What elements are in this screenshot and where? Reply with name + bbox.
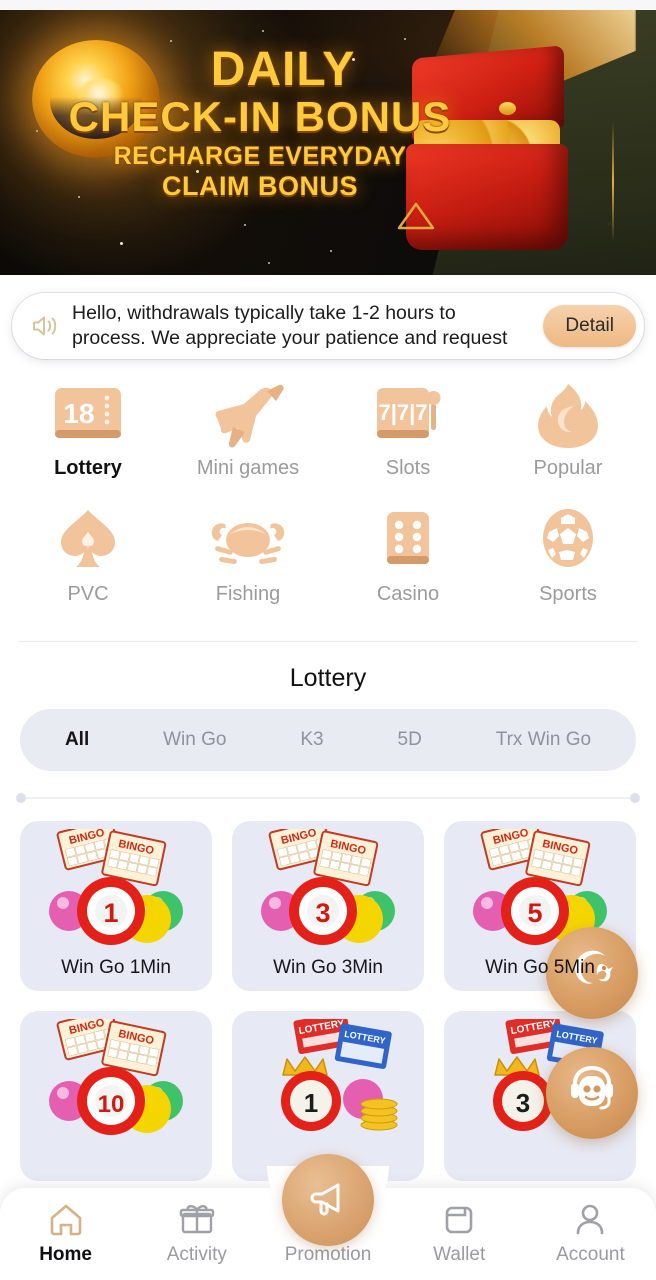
category-label: PVC [67, 583, 109, 605]
tab-all[interactable]: All [28, 729, 126, 751]
flame-icon [525, 377, 611, 451]
category-popular[interactable]: Popular [488, 377, 648, 497]
crab-icon [201, 503, 295, 577]
category-grid: 18 Lottery Mini games 7|7|7 Slots Popula… [0, 359, 656, 633]
nav-item-wallet[interactable]: Wallet [394, 1200, 525, 1266]
ball-number: 1 [103, 898, 118, 928]
headset-icon [561, 1060, 623, 1127]
category-mini-games[interactable]: Mini games [168, 377, 328, 497]
spade-icon [45, 503, 131, 577]
ball-number: 3 [516, 1088, 530, 1118]
triangle-deco-icon [396, 200, 435, 230]
nav-label: Account [556, 1244, 625, 1265]
nav-label: Wallet [433, 1244, 486, 1265]
nav-label: Home [39, 1244, 92, 1265]
ball-number: 3 [315, 898, 330, 928]
category-label: Fishing [215, 583, 281, 605]
status-strip [0, 0, 656, 10]
notice-bar[interactable]: Hello, withdrawals typically take 1-2 ho… [12, 293, 644, 359]
banner-line-4: CLAIM BONUS [162, 171, 358, 201]
lottery-tabs-wrap: All Win Go K3 5D Trx Win Go [0, 709, 656, 771]
scroll-indicator[interactable] [16, 793, 640, 803]
ball-number: 1 [304, 1088, 318, 1118]
tab-trx-win-go[interactable]: Trx Win Go [459, 729, 628, 751]
game-label: Win Go 5Min [485, 957, 595, 978]
app-screen: DAILY CHECK-IN BONUS RECHARGE EVERYDAY C… [0, 0, 656, 1280]
banner-headline: DAILY CHECK-IN BONUS RECHARGE EVERYDAY C… [60, 46, 460, 200]
game-card[interactable]: BINGO BINGO [232, 821, 424, 991]
svg-text:7|7|7: 7|7|7 [378, 400, 427, 425]
category-label: Popular [533, 457, 603, 479]
nav-label: Promotion [284, 1244, 372, 1265]
category-label: Mini games [196, 457, 300, 479]
speaker-icon [30, 311, 60, 341]
person-icon [572, 1200, 608, 1238]
home-icon [48, 1200, 84, 1238]
bingo-tickets-balls-art: BINGO BINGO [20, 1011, 212, 1137]
airplane-icon [201, 377, 295, 451]
nav-item-account[interactable]: Account [525, 1200, 656, 1266]
wallet-icon [441, 1200, 477, 1238]
soccer-ball-icon [525, 503, 611, 577]
section-title: Lottery [289, 664, 367, 692]
bottom-navigation: Home Activity Promotion Wallet Account [0, 1154, 656, 1280]
category-lottery[interactable]: 18 Lottery [8, 377, 168, 497]
category-label: Slots [385, 457, 431, 479]
game-label: Win Go 1Min [61, 957, 171, 978]
scroll-dot-left [16, 793, 26, 803]
notice-text: Hello, withdrawals typically take 1-2 ho… [72, 302, 508, 349]
game-card[interactable]: BINGO BINGO [20, 1011, 212, 1181]
banner-line-2: CHECK-IN BONUS [68, 93, 452, 140]
scroll-dot-right [630, 793, 640, 803]
nav-item-promotion[interactable]: Promotion [262, 1154, 393, 1266]
lottery-ticket-icon: 18 [45, 377, 131, 451]
banner-line-3: RECHARGE EVERYDAY [113, 142, 407, 170]
lottery-crown-ball-coins-art: LOTTERY LOTTERY 1 [232, 1012, 424, 1137]
category-sports[interactable]: Sports [488, 503, 648, 623]
tab-k3[interactable]: K3 [263, 729, 360, 751]
game-label: Win Go 3Min [273, 957, 383, 978]
category-pvc[interactable]: PVC [8, 503, 168, 623]
promo-banner[interactable]: DAILY CHECK-IN BONUS RECHARGE EVERYDAY C… [0, 10, 656, 275]
banner-gold-line [612, 122, 614, 242]
ball-number: 5 [527, 898, 542, 928]
nav-label: Activity [166, 1244, 227, 1265]
category-label: Casino [376, 583, 440, 605]
category-casino[interactable]: Casino [328, 503, 488, 623]
svg-text:18: 18 [63, 398, 94, 429]
category-label: Sports [539, 583, 597, 605]
promotion-fab-button[interactable] [282, 1154, 374, 1246]
ball-number: 10 [98, 1091, 125, 1118]
lottery-tabs: All Win Go K3 5D Trx Win Go [20, 709, 636, 771]
category-slots[interactable]: 7|7|7 Slots [328, 377, 488, 497]
game-card[interactable]: BINGO BINGO [20, 821, 212, 991]
nav-item-activity[interactable]: Activity [131, 1200, 262, 1266]
category-label: Lottery [54, 457, 122, 479]
banner-line-1: DAILY [210, 43, 356, 96]
tab-win-go[interactable]: Win Go [126, 729, 263, 751]
nav-item-home[interactable]: Home [0, 1200, 131, 1266]
dice-domino-icon [365, 503, 451, 577]
support-fab-button[interactable] [546, 1047, 638, 1139]
notice-detail-button[interactable]: Detail [543, 305, 636, 347]
category-fishing[interactable]: Fishing [168, 503, 328, 623]
bingo-tickets-balls-art: BINGO BINGO [232, 821, 424, 947]
notice-section: Hello, withdrawals typically take 1-2 ho… [0, 275, 656, 359]
slot-777-icon: 7|7|7 [365, 377, 451, 451]
bingo-tickets-balls-art: BINGO BINGO [20, 821, 212, 947]
gift-icon [179, 1200, 215, 1238]
tab-5d[interactable]: 5D [361, 729, 459, 751]
scroll-track [22, 797, 634, 799]
megaphone-icon [304, 1174, 352, 1227]
